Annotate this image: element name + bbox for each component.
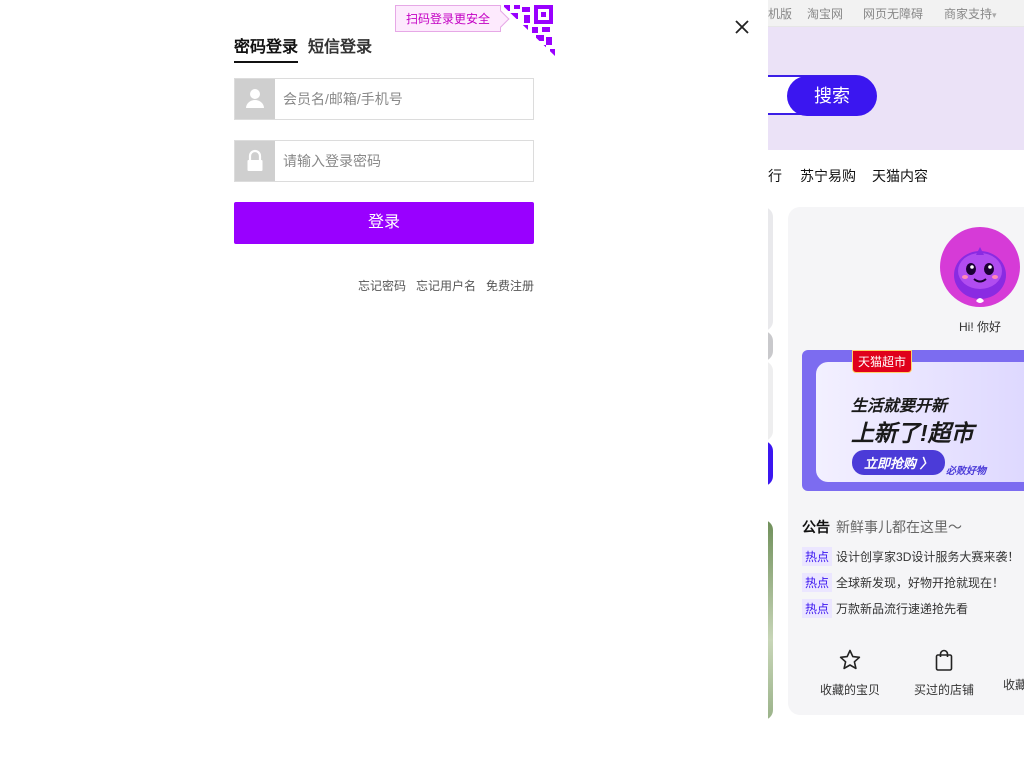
quick-link-label: 买过的店铺 bbox=[913, 683, 974, 697]
password-input[interactable] bbox=[283, 141, 523, 181]
quick-link-label: 收藏的宝贝 bbox=[819, 683, 880, 697]
merchant-support-label: 商家支持 bbox=[944, 7, 993, 21]
password-field[interactable] bbox=[234, 140, 534, 182]
notice-subtitle: 新鲜事儿都在这里～ bbox=[836, 519, 962, 535]
notice-item[interactable]: 热点 全球新发现，好物开抢就现在！ bbox=[802, 573, 1004, 592]
search-button[interactable]: 搜索 bbox=[787, 76, 877, 116]
promo-card: 生活就要开新 上新了!超市 立即抢购 〉 必败好物 bbox=[816, 362, 1024, 482]
promo-line1: 生活就要开新 bbox=[851, 398, 948, 415]
login-button[interactable]: 登录 bbox=[234, 202, 534, 244]
star-icon bbox=[839, 649, 861, 670]
notice-item-text: 万款新品流行速递抢先看 bbox=[836, 602, 969, 616]
notice-item-text: 全球新发现，好物开抢就现在！ bbox=[836, 576, 1005, 590]
promo-line2: 上新了!超市 bbox=[851, 420, 974, 446]
topbar-link-merchant-support[interactable]: 商家支持▾ bbox=[944, 5, 997, 22]
close-button[interactable] bbox=[732, 17, 752, 37]
notice-item[interactable]: 热点 设计创享家3D设计服务大赛来袭！ bbox=[802, 547, 1019, 566]
username-input[interactable] bbox=[283, 79, 523, 119]
page: 机版 淘宝网 网页无障碍 商家支持▾ 搜索 行 苏宁易购 天猫内容 Hi! 你好… bbox=[0, 0, 1024, 768]
promo-tag: 天猫超市 bbox=[852, 350, 913, 373]
promo-button[interactable]: 立即抢购 〉 bbox=[852, 450, 945, 475]
nav-link-tmall-content[interactable]: 天猫内容 bbox=[872, 166, 928, 186]
forgot-password-link[interactable]: 忘记密码 bbox=[358, 277, 406, 294]
notice-title: 公告 bbox=[802, 519, 830, 535]
topbar-link-taobao[interactable]: 淘宝网 bbox=[807, 5, 843, 22]
user-icon bbox=[235, 79, 275, 119]
quick-link-purchased-shops[interactable]: 买过的店铺 bbox=[909, 648, 979, 698]
login-panel: 扫码登录更安全 密码登录 短信登录 会员名/邮箱/手机号 登录 忘记密码 忘记用… bbox=[0, 0, 768, 768]
mascot-icon bbox=[954, 247, 1006, 303]
promo-badge: 必败好物 bbox=[946, 466, 986, 477]
topbar-link-accessibility[interactable]: 网页无障碍 bbox=[863, 5, 923, 22]
hot-tag: 热点 bbox=[802, 573, 833, 592]
quick-link-favorite-items[interactable]: 收藏的宝贝 bbox=[815, 648, 885, 698]
quick-link-partial[interactable]: 收藏 bbox=[1003, 648, 1024, 693]
promo-banner[interactable]: 生活就要开新 上新了!超市 立即抢购 〉 必败好物 天猫超市 bbox=[802, 350, 1024, 491]
quick-link-icon-placeholder bbox=[1003, 648, 1024, 672]
lock-icon bbox=[235, 141, 275, 181]
avatar[interactable] bbox=[940, 227, 1020, 307]
hot-tag: 热点 bbox=[802, 547, 833, 566]
shopping-bag-icon bbox=[935, 649, 953, 671]
forgot-username-link[interactable]: 忘记用户名 bbox=[416, 277, 476, 294]
notice-item-text: 设计创享家3D设计服务大赛来袭！ bbox=[836, 550, 1020, 564]
chevron-down-icon: ▾ bbox=[992, 10, 997, 20]
topbar-link-mobile[interactable]: 机版 bbox=[768, 5, 792, 22]
nav-link-suning[interactable]: 苏宁易购 bbox=[800, 166, 856, 186]
greeting-text: Hi! 你好 bbox=[958, 320, 1001, 334]
quick-link-label: 收藏 bbox=[1003, 678, 1024, 692]
notice-item[interactable]: 热点 万款新品流行速递抢先看 bbox=[802, 599, 968, 618]
nav-link-partial[interactable]: 行 bbox=[768, 166, 782, 186]
username-field[interactable] bbox=[234, 78, 534, 120]
notice-header: 公告 新鲜事儿都在这里～ bbox=[802, 517, 962, 537]
close-icon bbox=[735, 20, 749, 34]
qr-login-hint: 扫码登录更安全 bbox=[395, 5, 502, 32]
hot-tag: 热点 bbox=[802, 599, 833, 618]
free-register-link[interactable]: 免费注册 bbox=[486, 277, 534, 294]
tab-sms-login[interactable]: 短信登录 bbox=[308, 33, 372, 61]
tab-password-login[interactable]: 密码登录 bbox=[234, 33, 299, 63]
qr-code-toggle[interactable] bbox=[500, 3, 555, 56]
qr-code-icon bbox=[504, 5, 555, 56]
